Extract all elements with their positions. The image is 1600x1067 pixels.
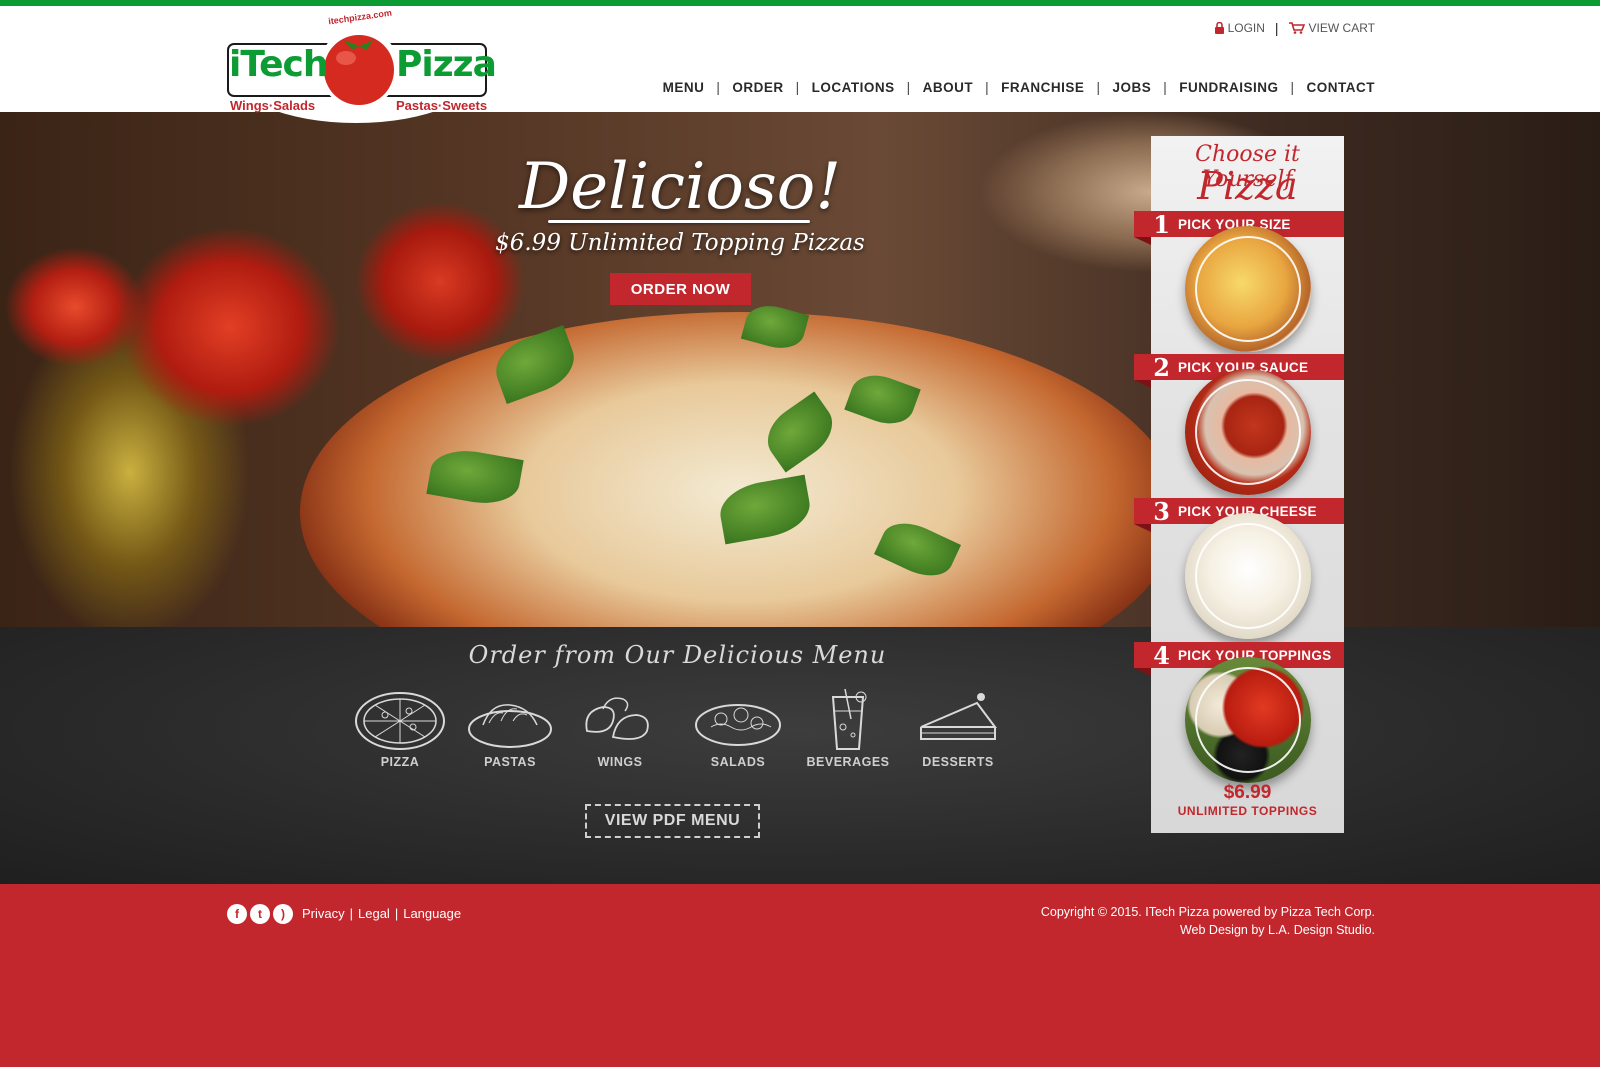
nav-separator: | (906, 80, 911, 95)
menu-item-wings[interactable]: WINGS (570, 687, 670, 769)
menu-item-label: SALADS (710, 755, 766, 769)
nav-item-fundraising[interactable]: FUNDRAISING (1179, 80, 1278, 95)
menu-item-salads[interactable]: SALADS (688, 687, 788, 769)
lock-icon (1214, 22, 1224, 34)
step-number: 4 (1153, 640, 1170, 670)
login-label: LOGIN (1227, 21, 1265, 35)
cheese-image[interactable] (1185, 513, 1311, 639)
hero-banner: Delicioso! $6.99 Unlimited Topping Pizza… (0, 112, 1600, 627)
facebook-icon[interactable]: f (227, 904, 247, 924)
copyright-block: Copyright © 2015. ITech Pizza powered by… (1041, 903, 1375, 939)
nav-separator: | (716, 80, 721, 95)
sauce-bowl-image[interactable] (1185, 369, 1311, 495)
wings-sketch-icon (585, 697, 649, 740)
footer-link-legal[interactable]: Legal (358, 906, 390, 921)
footer-link-separator: | (394, 906, 399, 921)
copyright-text: Copyright © 2015. ITech Pizza powered by… (1040, 905, 1375, 919)
nav-item-franchise[interactable]: FRANCHISE (1001, 80, 1084, 95)
salad-sketch-icon (695, 704, 781, 746)
footer-links: Privacy | Legal | Language (302, 906, 461, 921)
builder-title-line2: Pizza (1197, 164, 1298, 208)
nav-item-menu[interactable]: MENU (663, 80, 705, 95)
design-credit-text: Web Design by L.A. Design Studio. (1179, 923, 1375, 937)
nav-separator: | (1290, 80, 1295, 95)
site-footer: f t) Privacy | Legal | Language Copyright © 2… (0, 884, 1600, 1067)
footer-link-privacy[interactable]: Privacy (302, 906, 345, 921)
order-now-button[interactable]: ORDER NOW (610, 273, 751, 305)
menu-item-desserts[interactable]: DESSERTS (908, 687, 1008, 769)
twitter-icon[interactable]: t (250, 904, 270, 924)
step-number: 1 (1153, 209, 1170, 239)
nav-separator: | (795, 80, 800, 95)
pizza-sketch-icon (355, 692, 445, 750)
toppings-image[interactable] (1185, 657, 1311, 783)
size-pizza-image[interactable] (1185, 226, 1311, 352)
menu-item-label: PIZZA (380, 755, 420, 769)
menu-item-label: DESSERTS (922, 755, 994, 769)
logo-tagline-left: Wings·Salads (230, 98, 316, 113)
nav-item-contact[interactable]: CONTACT (1307, 80, 1376, 95)
beverage-sketch-icon (831, 688, 867, 750)
view-cart-link[interactable]: VIEW CART (1288, 21, 1375, 35)
logo-brand-right: Pizza (396, 44, 497, 85)
menu-item-label: BEVERAGES (806, 755, 890, 769)
hero-title-underline (548, 220, 810, 223)
footer-link-separator: | (349, 906, 354, 921)
main-nav: MENU | ORDER | LOCATIONS | ABOUT | FRANCHISE | JOB… (663, 80, 1375, 95)
nav-item-locations[interactable]: LOCATIONS (812, 80, 895, 95)
nav-separator: | (1096, 80, 1101, 95)
nav-separator: | (1163, 80, 1168, 95)
view-pdf-menu-button[interactable]: VIEW PDF MENU (585, 804, 760, 838)
builder-price-label: UNLIMITED TOPPINGS (1177, 804, 1318, 818)
utility-links: LOGIN | VIEW CART (1214, 20, 1375, 36)
util-separator: | (1274, 20, 1279, 36)
nav-separator: | (985, 80, 990, 95)
login-link[interactable]: LOGIN (1214, 21, 1265, 35)
menu-item-label: WINGS (597, 755, 643, 769)
menu-section: Order from Our Delicious Menu PIZZA PAST… (0, 627, 1600, 884)
social-links: f t) (227, 904, 293, 924)
dessert-sketch-icon (920, 693, 997, 740)
pasta-sketch-icon (468, 704, 552, 748)
menu-item-beverages[interactable]: BEVERAGES (798, 687, 898, 769)
site-logo[interactable]: itechpizza.com iTech Pizza Wings·Salads … (224, 8, 497, 126)
menu-item-pastas[interactable]: PASTAS (460, 687, 560, 769)
nav-item-jobs[interactable]: JOBS (1112, 80, 1151, 95)
cart-icon (1288, 22, 1305, 34)
pizza-builder-panel: Choose it Yourself Pizza 1 PICK YOUR SIZ… (1134, 136, 1344, 833)
step-number: 3 (1153, 496, 1170, 526)
menu-item-label: PASTAS (484, 755, 536, 769)
rss-icon[interactable]: ) (273, 904, 293, 924)
view-cart-label: VIEW CART (1308, 21, 1375, 35)
footer-link-language[interactable]: Language (403, 906, 461, 921)
logo-tagline-right: Pastas·Sweets (396, 98, 488, 113)
builder-price: $6.99 (1223, 782, 1272, 803)
nav-item-about[interactable]: ABOUT (923, 80, 974, 95)
menu-item-pizza[interactable]: PIZZA (350, 687, 450, 769)
logo-brand-left: iTech (229, 44, 328, 85)
nav-item-order[interactable]: ORDER (732, 80, 783, 95)
step-number: 2 (1153, 352, 1170, 382)
